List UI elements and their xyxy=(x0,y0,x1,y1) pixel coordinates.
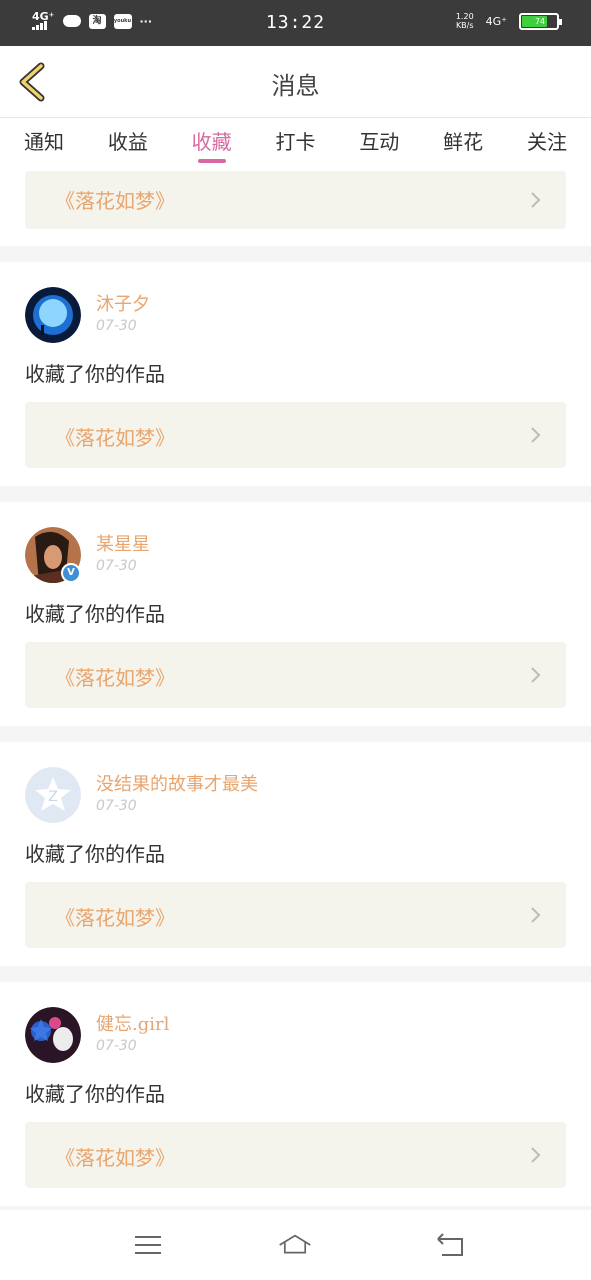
username[interactable]: 沐子夕 xyxy=(96,290,150,316)
chevron-right-icon xyxy=(531,1147,541,1163)
work-title: 《落花如梦》 xyxy=(55,666,175,690)
page-title: 消息 xyxy=(271,72,320,100)
tab-notice[interactable]: 通知 xyxy=(24,118,64,168)
notification-card: 沐子夕 07-30 收藏了你的作品 《落花如梦》 xyxy=(0,262,591,486)
date: 07-30 xyxy=(96,1038,137,1054)
battery-icon: 74 xyxy=(519,12,562,30)
work-link[interactable]: 《落花如梦》 xyxy=(25,171,566,229)
work-link[interactable]: 《落花如梦》 xyxy=(25,882,566,948)
battery-level: 74 xyxy=(522,15,548,27)
tab-earnings[interactable]: 收益 xyxy=(108,118,148,168)
avatar[interactable] xyxy=(25,1007,81,1063)
action-text: 收藏了你的作品 xyxy=(25,602,165,626)
action-text: 收藏了你的作品 xyxy=(25,842,165,866)
date: 07-30 xyxy=(96,318,137,334)
tab-checkin[interactable]: 打卡 xyxy=(275,118,315,168)
speed-value: 1.20 xyxy=(455,12,474,21)
work-link[interactable]: 《落花如梦》 xyxy=(25,402,566,468)
return-icon[interactable] xyxy=(434,1230,468,1260)
chevron-right-icon xyxy=(531,192,541,208)
notification-card-partial: 《落花如梦》 xyxy=(0,168,591,246)
chevron-right-icon xyxy=(531,667,541,683)
network-speed: 1.20 KB/s xyxy=(456,12,474,30)
chevron-right-icon xyxy=(531,427,541,443)
notification-card: 健忘.girl 07-30 收藏了你的作品 《落花如梦》 xyxy=(0,982,591,1206)
avatar[interactable] xyxy=(25,287,81,343)
app-header: 消息 xyxy=(0,46,591,118)
avatar[interactable]: Z xyxy=(25,767,81,823)
work-link[interactable]: 《落花如梦》 xyxy=(25,1122,566,1188)
work-title: 《落花如梦》 xyxy=(55,426,175,450)
date: 07-30 xyxy=(96,798,137,814)
status-bar: 4G⁺ 淘 youku ··· 13:22 1.20 KB/s 4G⁺ 74 xyxy=(0,0,591,46)
menu-icon[interactable] xyxy=(131,1230,165,1260)
tab-bar: 通知 收益 收藏 打卡 互动 鲜花 关注 xyxy=(0,118,591,168)
username[interactable]: 没结果的故事才最美 xyxy=(96,770,258,796)
svg-text:Z: Z xyxy=(48,789,58,805)
tab-favorites[interactable]: 收藏 xyxy=(192,118,232,168)
notification-list: 《落花如梦》 沐子夕 07-30 收藏了你的作品 《落花如梦》 V 某星星 07… xyxy=(0,168,591,1210)
work-title: 《落花如梦》 xyxy=(55,1146,175,1170)
notification-card: V 某星星 07-30 收藏了你的作品 《落花如梦》 xyxy=(0,502,591,726)
date: 07-30 xyxy=(96,558,137,574)
action-text: 收藏了你的作品 xyxy=(25,362,165,386)
status-right: 1.20 KB/s 4G⁺ 74 xyxy=(456,12,562,30)
tab-interaction[interactable]: 互动 xyxy=(359,118,399,168)
work-title: 《落花如梦》 xyxy=(55,906,175,930)
home-icon[interactable] xyxy=(278,1230,312,1260)
notification-card: Z 没结果的故事才最美 07-30 收藏了你的作品 《落花如梦》 xyxy=(0,742,591,966)
tab-follow[interactable]: 关注 xyxy=(527,118,567,168)
work-title: 《落花如梦》 xyxy=(55,189,175,213)
username[interactable]: 某星星 xyxy=(96,530,150,556)
username[interactable]: 健忘.girl xyxy=(96,1010,169,1036)
action-text: 收藏了你的作品 xyxy=(25,1082,165,1106)
chevron-right-icon xyxy=(531,907,541,923)
work-link[interactable]: 《落花如梦》 xyxy=(25,642,566,708)
network-type-right: 4G⁺ xyxy=(485,14,507,28)
speed-unit: KB/s xyxy=(455,21,474,30)
system-navbar xyxy=(0,1210,591,1280)
tab-flowers[interactable]: 鲜花 xyxy=(443,118,483,168)
verified-badge-icon: V xyxy=(61,563,81,583)
